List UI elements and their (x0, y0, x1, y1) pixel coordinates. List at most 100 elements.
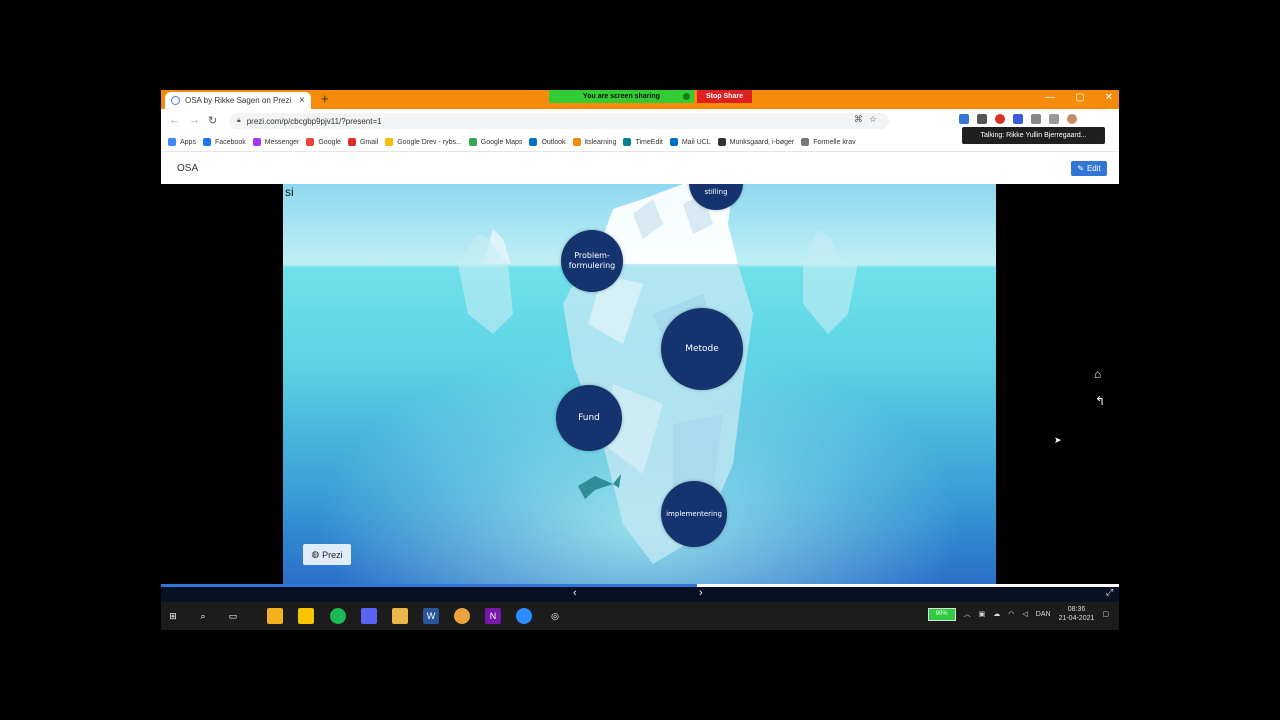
bookmark-icon (529, 138, 538, 146)
bookmark-icon (202, 138, 211, 146)
bookmark-item[interactable]: Formelle krav (801, 138, 856, 146)
zoom-icon[interactable] (516, 608, 532, 624)
meet-now-icon[interactable]: ▣ (979, 610, 986, 618)
progress-bar[interactable] (161, 584, 1119, 587)
fullscreen-icon[interactable]: ⤢ (1106, 587, 1113, 598)
word-icon[interactable]: W (423, 608, 439, 624)
clock-time: 08:36 (1067, 606, 1086, 613)
bookmark-icon (468, 138, 477, 146)
bookmark-item[interactable]: Mail UCL (669, 138, 711, 146)
bookmark-item[interactable]: Facebook (202, 138, 246, 146)
presentation-stage: si stilling Problem- formulering Metode … (161, 184, 1119, 584)
bookmark-item[interactable]: TimeEdit (623, 138, 663, 146)
edit-label: Edit (1086, 164, 1101, 173)
new-tab-button[interactable]: + (321, 91, 329, 106)
windows-taskbar: ⊞ ⌕ ▭ W N ◎ 90% ︿ ▣ ☁ ◠ ◁ DAN 08:36 21-0… (161, 602, 1119, 630)
bookmark-icon (623, 138, 632, 146)
bookmark-item[interactable]: Munksgaard, i-bøger (717, 138, 794, 146)
topic-label: stilling (704, 188, 728, 196)
stop-share-button[interactable]: Stop Share (697, 90, 752, 103)
home-icon[interactable]: ⌂ (1094, 367, 1101, 381)
clock[interactable]: 08:36 21-04-2021 (1059, 605, 1095, 623)
bookmark-item[interactable]: itslearning (572, 138, 616, 146)
windows-start-icon[interactable]: ⊞ (165, 608, 181, 624)
topic-label: Problem- formulering (568, 251, 616, 270)
bookmark-label: Outlook (541, 138, 566, 146)
talking-tooltip: Talking: Rikke Yullin Bjerregaard... (962, 127, 1105, 144)
edit-button[interactable]: ✎ Edit (1071, 161, 1107, 176)
prezi-logo-icon: ◍ (311, 549, 320, 559)
chrome-icon[interactable] (454, 608, 470, 624)
prezi-favicon-icon (171, 96, 180, 105)
url-text: prezi.com/p/cbcgbp9pjv11/?present=1 (246, 116, 382, 126)
browser-tab[interactable]: OSA by Rikke Sagen on Prezi Ne × (165, 92, 311, 109)
discord-icon[interactable] (361, 608, 377, 624)
language-indicator[interactable]: DAN (1036, 611, 1051, 618)
store-icon[interactable] (267, 608, 283, 624)
previous-step-button[interactable]: ‹ (573, 587, 577, 599)
bookmark-label: TimeEdit (635, 138, 663, 146)
extension-icon[interactable] (1013, 114, 1023, 124)
topic-bubble-metode[interactable]: Metode (661, 308, 743, 390)
extension-icon[interactable] (959, 114, 969, 124)
chevron-up-icon[interactable]: ︿ (964, 609, 971, 619)
file-explorer-icon[interactable] (392, 608, 408, 624)
page-fragment-text: si (285, 185, 294, 199)
presentation-canvas[interactable]: si stilling Problem- formulering Metode … (283, 184, 996, 584)
bookmark-item[interactable]: Google Maps (468, 138, 523, 146)
onenote-icon[interactable]: N (485, 608, 501, 624)
cast-icon[interactable] (1049, 114, 1059, 124)
volume-icon[interactable]: ◁ (1022, 610, 1027, 618)
translate-and-star-icons[interactable]: ⌘☆ (854, 114, 883, 125)
window-controls: — ▢ ✕ (1045, 92, 1113, 103)
bookmark-item[interactable]: Messenger (252, 138, 299, 146)
forward-icon[interactable]: → (189, 114, 200, 126)
back-icon[interactable]: ← (169, 114, 180, 126)
bookmark-item[interactable]: Apps (168, 138, 196, 146)
topic-label: Fund (578, 413, 600, 423)
topic-bubble-problemformulering[interactable]: Problem- formulering (561, 230, 623, 292)
bookmark-item[interactable]: Google Drev - rybs... (385, 138, 462, 146)
bookmark-icon (347, 138, 356, 146)
screen-sharing-indicator[interactable]: You are screen sharing (549, 90, 694, 103)
bookmark-label: Formelle krav (813, 138, 856, 146)
battery-icon[interactable]: 90% (927, 607, 956, 621)
bookmark-item[interactable]: Google (306, 138, 341, 146)
notifications-icon[interactable]: ▢ (1102, 610, 1109, 618)
task-view-icon[interactable]: ▭ (225, 608, 241, 624)
topic-bubble-fund[interactable]: Fund (556, 385, 622, 451)
reload-icon[interactable]: ↻ (208, 114, 217, 127)
prezi-watermark-label: Prezi (322, 549, 343, 560)
bookmark-label: Google Maps (480, 138, 523, 146)
extension-icon[interactable] (995, 114, 1005, 124)
topic-label: Metode (685, 344, 719, 354)
maximize-icon[interactable]: ▢ (1075, 92, 1084, 103)
iceberg-illustration (283, 184, 996, 584)
prezi-watermark[interactable]: ◍ Prezi (303, 544, 351, 565)
back-to-overview-icon[interactable]: ↰ (1095, 394, 1105, 408)
minimize-icon[interactable]: — (1045, 92, 1055, 103)
pencil-icon: ✎ (1077, 164, 1084, 173)
app-icon[interactable]: ◎ (547, 608, 563, 624)
spotify-icon[interactable] (330, 608, 346, 624)
onedrive-icon[interactable]: ☁ (993, 610, 1000, 618)
address-bar[interactable]: 🔒︎ prezi.com/p/cbcgbp9pjv11/?present=1 ⌘… (229, 113, 889, 129)
mouse-cursor-icon: ➤ (1054, 435, 1062, 445)
search-icon[interactable]: ⌕ (195, 608, 211, 624)
sticky-notes-icon[interactable] (298, 608, 314, 624)
bookmark-item[interactable]: Outlook (529, 138, 566, 146)
topic-bubble-implementering[interactable]: implementering (661, 481, 727, 547)
next-step-button[interactable]: › (699, 587, 703, 599)
bookmark-icon (572, 138, 581, 146)
sharing-dot-icon (683, 93, 690, 100)
avatar[interactable] (1067, 114, 1077, 124)
bookmark-icon (801, 138, 810, 146)
extension-icons (959, 114, 1077, 124)
bookmark-item[interactable]: Gmail (347, 138, 378, 146)
wifi-icon[interactable]: ◠ (1008, 610, 1014, 618)
puzzle-icon[interactable] (1031, 114, 1041, 124)
close-window-icon[interactable]: ✕ (1105, 92, 1113, 103)
tab-close-icon[interactable]: × (299, 95, 305, 106)
extension-icon[interactable] (977, 114, 987, 124)
stop-share-label: Stop Share (706, 93, 743, 100)
